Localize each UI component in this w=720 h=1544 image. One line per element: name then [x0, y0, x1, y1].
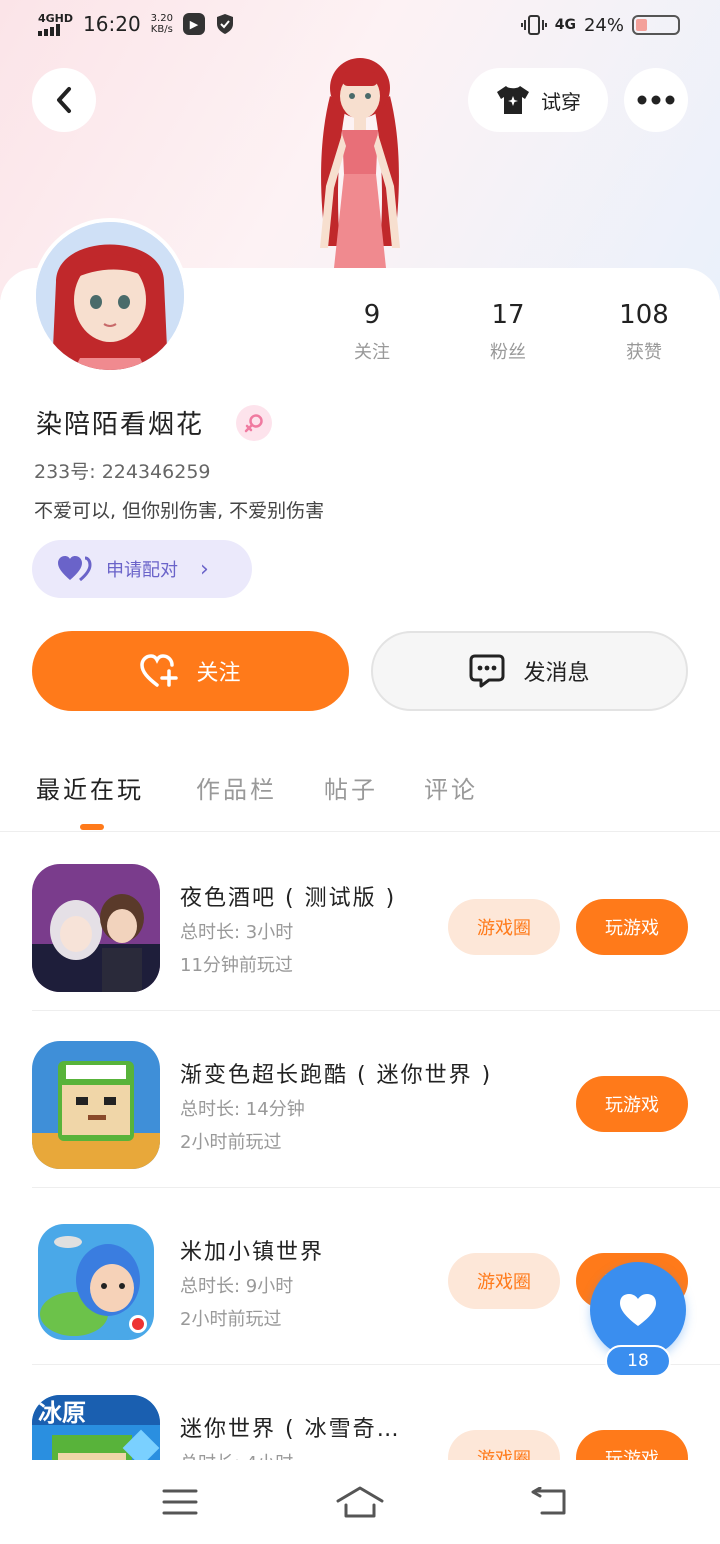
- active-tab-indicator: [80, 824, 104, 830]
- vibrate-icon: [520, 15, 547, 35]
- game-icon: [32, 864, 160, 992]
- nav-menu-button[interactable]: [150, 1482, 210, 1522]
- double-heart-icon: [58, 556, 92, 582]
- menu-icon: [162, 1489, 198, 1515]
- follow-label: 关注: [196, 661, 241, 686]
- play-game-button[interactable]: 玩游戏: [576, 899, 688, 955]
- shield-icon: [216, 14, 233, 34]
- game-icon: [38, 1224, 154, 1340]
- game-total-duration: 总时长: 14分钟: [180, 1099, 305, 1120]
- play-game-button[interactable]: 玩游戏: [576, 1076, 688, 1132]
- avatar[interactable]: [32, 218, 188, 374]
- list-item[interactable]: 夜色酒吧 ( 测试版 ) 总时长: 3小时 11分钟前玩过 游戏圈 玩游戏: [0, 834, 720, 1011]
- game-circle-button[interactable]: 游戏圈: [448, 899, 560, 955]
- game-name: 渐变色超长跑酷 ( 迷你世界 ): [180, 1063, 493, 1088]
- user-id: 233号: 224346259: [34, 461, 211, 483]
- nav-home-button[interactable]: [330, 1482, 390, 1522]
- user-bio: 不爱可以, 但你别伤害, 不爱别伤害: [34, 500, 325, 522]
- character-avatar-figure: [320, 58, 400, 268]
- try-on-button[interactable]: 试穿: [468, 68, 608, 132]
- system-navigation-bar: [0, 1460, 720, 1544]
- chevron-right-icon: ›: [200, 556, 209, 582]
- game-name: 夜色酒吧 ( 测试版 ): [180, 886, 397, 911]
- game-name: 米加小镇世界: [180, 1240, 325, 1265]
- stat-likes[interactable]: 108 获赞: [594, 300, 694, 364]
- username: 染陪陌看烟花: [36, 410, 205, 440]
- list-item[interactable]: 冰原 迷你世界 ( 冰雪奇… 总时长: 4小时 游戏圈 玩游戏: [0, 1365, 720, 1460]
- stat-following-count: 9: [363, 300, 381, 330]
- follow-button[interactable]: 关注: [32, 631, 349, 711]
- chevron-left-icon: [57, 87, 71, 113]
- game-last-played: 2小时前玩过: [180, 1132, 282, 1153]
- game-total-duration: 总时长: 4小时: [180, 1449, 293, 1460]
- like-count-badge: 18: [605, 1345, 671, 1377]
- battery-icon: [632, 15, 680, 35]
- stat-following[interactable]: 9 关注: [322, 300, 422, 364]
- battery-percent: 24%: [583, 14, 624, 36]
- try-on-label: 试穿: [541, 89, 581, 114]
- back-arrow-icon: [531, 1487, 566, 1515]
- more-options-button[interactable]: [624, 68, 688, 132]
- network-type: 4GHD: [38, 11, 74, 25]
- tab-works[interactable]: 作品栏: [196, 770, 277, 805]
- tab-recently-played[interactable]: 最近在玩: [36, 770, 144, 805]
- game-last-played: 11分钟前玩过: [180, 955, 293, 976]
- send-message-button[interactable]: 发消息: [371, 631, 688, 711]
- stat-fans-label: 粉丝: [490, 342, 526, 363]
- heart-add-icon: [140, 654, 179, 687]
- home-icon: [336, 1486, 384, 1518]
- status-bar: 4GHD 16:20 3.20 KB/s ▶ 4G 24%: [0, 0, 720, 56]
- request-pair-label: 申请配对: [106, 560, 178, 581]
- request-pair-button[interactable]: 申请配对 ›: [32, 540, 252, 598]
- stat-fans-count: 17: [491, 300, 525, 330]
- stat-likes-count: 108: [619, 300, 669, 330]
- clock: 16:20: [83, 12, 141, 36]
- game-circle-button[interactable]: 游戏圈: [448, 1253, 560, 1309]
- game-last-played: 2小时前玩过: [180, 1309, 282, 1330]
- game-icon: 冰原: [32, 1395, 160, 1460]
- signal-indicator: 4GHD: [38, 13, 73, 36]
- network-speed: 3.20 KB/s: [150, 13, 173, 35]
- game-total-duration: 总时长: 9小时: [180, 1276, 294, 1297]
- game-circle-button[interactable]: 游戏圈: [448, 1430, 560, 1460]
- nav-back-button[interactable]: [518, 1482, 578, 1522]
- chat-bubble-icon: [469, 654, 505, 688]
- play-game-button[interactable]: 玩游戏: [576, 1430, 688, 1460]
- more-dots-icon: [637, 95, 675, 105]
- game-total-duration: 总时长: 3小时: [180, 922, 294, 943]
- tshirt-icon: [497, 86, 529, 114]
- icon-text: 冰原: [38, 1399, 86, 1427]
- floating-like-button[interactable]: [590, 1262, 686, 1358]
- send-message-label: 发消息: [523, 661, 590, 686]
- network-type-right: 4G: [554, 17, 576, 33]
- content-tabs: 最近在玩 作品栏 帖子 评论: [0, 760, 720, 832]
- tab-posts[interactable]: 帖子: [324, 770, 378, 805]
- stat-fans[interactable]: 17 粉丝: [458, 300, 558, 364]
- avatar-image: [36, 222, 184, 370]
- media-play-icon: ▶: [182, 13, 205, 35]
- game-icon: [32, 1041, 160, 1169]
- tab-comments[interactable]: 评论: [424, 770, 478, 805]
- list-item[interactable]: 渐变色超长跑酷 ( 迷你世界 ) 总时长: 14分钟 2小时前玩过 玩游戏: [0, 1011, 720, 1188]
- game-name: 迷你世界 ( 冰雪奇…: [180, 1417, 401, 1442]
- female-gender-icon: [236, 405, 272, 441]
- stat-following-label: 关注: [354, 342, 390, 363]
- stat-likes-label: 获赞: [626, 342, 662, 363]
- heart-icon: [620, 1294, 656, 1326]
- back-button[interactable]: [32, 68, 96, 132]
